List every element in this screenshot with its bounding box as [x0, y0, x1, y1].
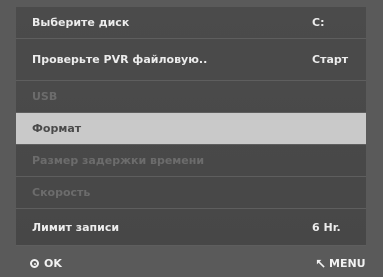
- menu-label: MENU: [329, 257, 366, 270]
- menu-row-usb: USB: [16, 81, 366, 113]
- menu-row-value: Старт: [312, 53, 349, 66]
- ok-circle-icon: [30, 259, 39, 268]
- ok-hint[interactable]: OK: [30, 257, 62, 270]
- menu-row-check-pvr[interactable]: Проверьте PVR файловую.. Старт: [16, 39, 366, 81]
- menu-row-label: Проверьте PVR файловую..: [32, 53, 208, 66]
- key-hints-bar: OK MENU: [16, 251, 366, 275]
- tv-screen: Выберите диск C: Проверьте PVR файловую.…: [0, 0, 383, 277]
- menu-row-label: Выберите диск: [32, 16, 130, 29]
- menu-row-label: Лимит записи: [32, 220, 120, 234]
- menu-row-value: C:: [312, 16, 325, 29]
- menu-hint[interactable]: MENU: [316, 257, 366, 270]
- menu-row-select-disk[interactable]: Выберите диск C:: [16, 7, 366, 39]
- menu-row-format[interactable]: Формат: [16, 113, 366, 145]
- return-arrow-icon: [316, 259, 325, 268]
- menu-row-label: Формат: [32, 122, 82, 135]
- menu-row-label: USB: [32, 90, 58, 103]
- ok-label: OK: [44, 257, 62, 270]
- menu-row-value: 6 Hr.: [312, 220, 341, 234]
- menu-row-label: Скорость: [32, 186, 91, 199]
- menu-row-speed: Скорость: [16, 177, 366, 209]
- pvr-settings-panel: Выберите диск C: Проверьте PVR файловую.…: [16, 7, 366, 246]
- menu-row-timeshift-size: Размер задержки времени: [16, 145, 366, 177]
- menu-row-label: Размер задержки времени: [32, 154, 205, 167]
- menu-row-record-limit[interactable]: Лимит записи 6 Hr.: [16, 209, 366, 246]
